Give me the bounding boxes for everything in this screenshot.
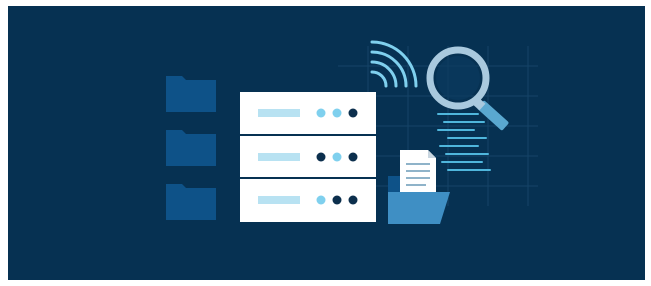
status-light xyxy=(316,108,326,118)
server-rack-icon xyxy=(240,92,376,222)
status-light xyxy=(316,152,326,162)
magnifier-icon xyxy=(426,46,509,131)
folder-icon xyxy=(166,76,216,112)
status-light xyxy=(332,152,342,162)
data-management-illustration xyxy=(166,40,538,224)
status-light xyxy=(316,195,326,205)
wifi-signal-icon xyxy=(370,40,418,88)
status-light xyxy=(332,195,342,205)
folder-icon xyxy=(166,130,216,166)
status-light xyxy=(332,108,342,118)
open-folder-icon xyxy=(388,150,450,224)
folder-icon xyxy=(166,184,216,220)
data-lines xyxy=(437,113,491,171)
illustration-frame xyxy=(8,6,645,280)
status-light xyxy=(348,108,358,118)
status-light xyxy=(348,195,358,205)
status-light xyxy=(348,152,358,162)
